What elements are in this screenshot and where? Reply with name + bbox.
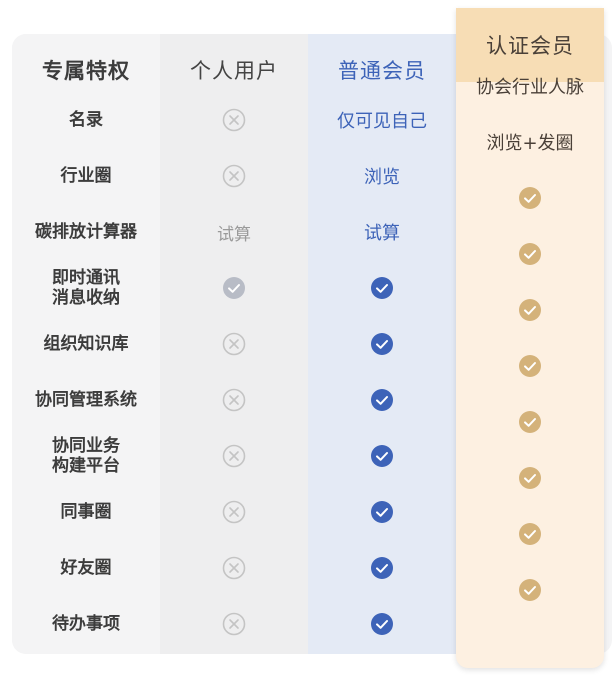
check-circle-icon <box>519 187 541 209</box>
cross-circle-icon <box>222 556 246 580</box>
cross-circle-icon <box>222 500 246 524</box>
check-circle-icon <box>371 557 393 579</box>
features-header: 专属特权 <box>42 59 130 83</box>
cross-circle-icon <box>222 164 246 188</box>
normal-member-cell <box>308 540 456 596</box>
certified-member-cell <box>456 506 604 562</box>
check-circle-icon <box>223 277 245 299</box>
personal-user-header: 个人用户 <box>190 59 278 83</box>
check-circle-icon <box>371 501 393 523</box>
personal-user-cell: 试算 <box>160 204 308 260</box>
certified-member-cell-text: 浏览+发圈 <box>486 133 574 154</box>
personal-user-cell <box>160 484 308 540</box>
certified-member-cell-text: 协会行业人脉 <box>476 77 584 98</box>
personal-user-cell <box>160 92 308 148</box>
check-circle-icon <box>371 333 393 355</box>
certified-member-column: 认证会员 协会行业人脉 浏览+发圈 <box>456 8 604 668</box>
feature-label-text: 协同业务 构建平台 <box>52 436 120 476</box>
check-circle-icon <box>519 467 541 489</box>
check-circle-icon <box>371 613 393 635</box>
normal-member-cell-text: 仅可见自己 <box>337 111 427 132</box>
personal-user-cell <box>160 316 308 372</box>
normal-member-cell-text: 试算 <box>364 223 400 244</box>
normal-member-cell <box>308 428 456 484</box>
personal-user-cell <box>160 148 308 204</box>
feature-label: 同事圈 <box>12 484 160 540</box>
feature-label: 碳排放计算器 <box>12 204 160 260</box>
feature-label: 即时通讯 消息收纳 <box>12 260 160 316</box>
normal-member-cell: 浏览 <box>308 148 456 204</box>
feature-label: 协同业务 构建平台 <box>12 428 160 484</box>
personal-user-cell <box>160 428 308 484</box>
personal-user-cell-text: 试算 <box>217 224 251 245</box>
feature-label: 好友圈 <box>12 540 160 596</box>
feature-label: 名录 <box>12 92 160 148</box>
check-circle-icon <box>519 243 541 265</box>
check-circle-icon <box>371 277 393 299</box>
normal-member-cell: 仅可见自己 <box>308 92 456 148</box>
feature-label-text: 行业圈 <box>60 166 112 186</box>
certified-member-cell <box>456 562 604 618</box>
feature-label-text: 同事圈 <box>60 502 112 522</box>
cross-circle-icon <box>222 612 246 636</box>
personal-user-cell <box>160 596 308 652</box>
feature-label-text: 碳排放计算器 <box>35 222 137 242</box>
normal-member-cell-text: 浏览 <box>364 167 400 188</box>
cross-circle-icon <box>222 388 246 412</box>
feature-label-text: 组织知识库 <box>43 334 129 354</box>
cross-circle-icon <box>222 444 246 468</box>
feature-label-text: 即时通讯 消息收纳 <box>52 268 120 308</box>
certified-member-cell <box>456 282 604 338</box>
feature-label-text: 待办事项 <box>52 614 120 634</box>
certified-member-cell: 协会行业人脉 <box>456 58 604 114</box>
certified-member-cell <box>456 170 604 226</box>
feature-label: 协同管理系统 <box>12 372 160 428</box>
feature-label-text: 协同管理系统 <box>35 390 137 410</box>
certified-member-cell <box>456 226 604 282</box>
personal-user-cell <box>160 372 308 428</box>
normal-member-cell <box>308 372 456 428</box>
check-circle-icon <box>519 523 541 545</box>
personal-user-cell <box>160 260 308 316</box>
certified-member-cell <box>456 450 604 506</box>
cross-circle-icon <box>222 108 246 132</box>
normal-member-cell: 试算 <box>308 204 456 260</box>
feature-label: 组织知识库 <box>12 316 160 372</box>
check-circle-icon <box>371 445 393 467</box>
feature-label-text: 好友圈 <box>60 558 112 578</box>
check-circle-icon <box>519 355 541 377</box>
normal-member-header: 普通会员 <box>338 59 426 83</box>
feature-label-text: 名录 <box>69 110 103 130</box>
normal-member-cell <box>308 316 456 372</box>
normal-member-cell <box>308 484 456 540</box>
certified-member-cell: 浏览+发圈 <box>456 114 604 170</box>
feature-label: 行业圈 <box>12 148 160 204</box>
cross-circle-icon <box>222 332 246 356</box>
feature-label: 待办事项 <box>12 596 160 652</box>
normal-member-cell <box>308 260 456 316</box>
certified-member-cell <box>456 394 604 450</box>
personal-user-cell <box>160 540 308 596</box>
check-circle-icon <box>519 411 541 433</box>
certified-member-cell <box>456 338 604 394</box>
check-circle-icon <box>519 299 541 321</box>
normal-member-cell <box>308 596 456 652</box>
check-circle-icon <box>519 579 541 601</box>
check-circle-icon <box>371 389 393 411</box>
